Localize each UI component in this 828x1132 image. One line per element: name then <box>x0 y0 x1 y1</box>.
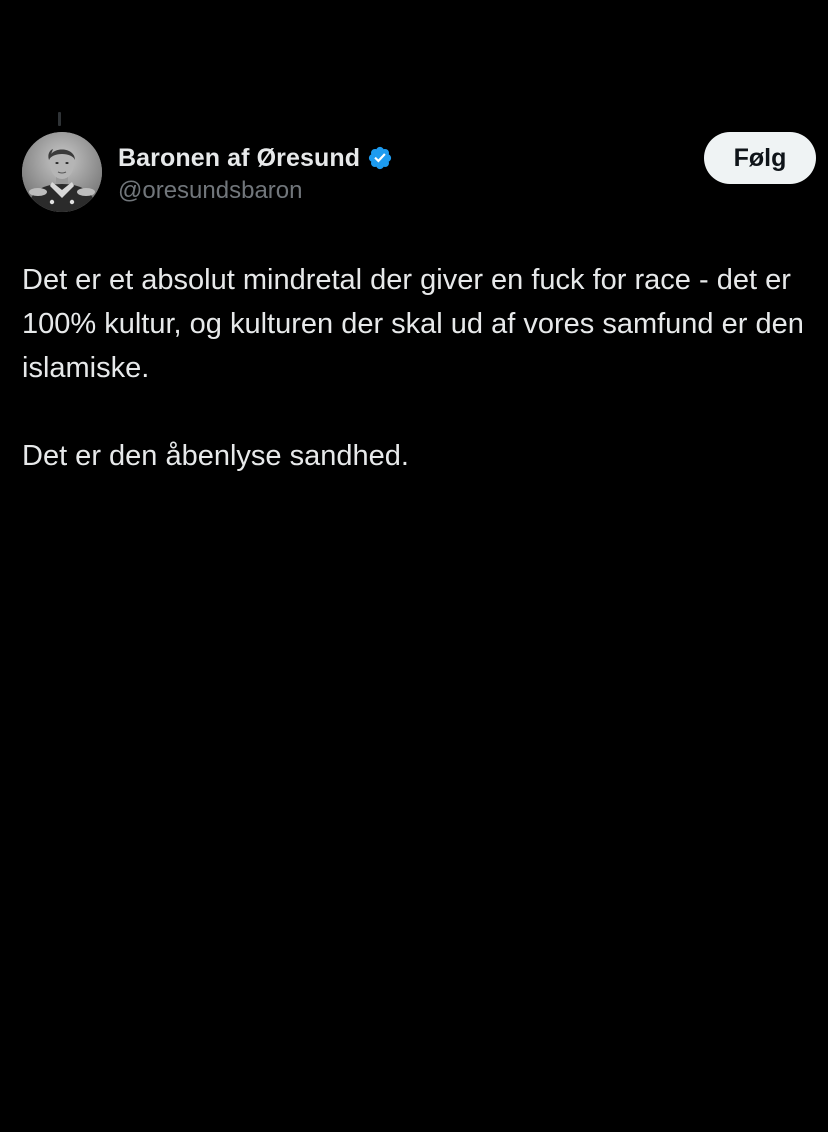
tweet-body: Det er et absolut mindretal der giver en… <box>22 258 812 478</box>
portrait-avatar-icon <box>22 132 102 212</box>
follow-button[interactable]: Følg <box>704 132 816 184</box>
display-name-row: Baronen af Øresund <box>118 142 393 174</box>
thread-connector-line <box>58 112 61 126</box>
author-handle[interactable]: @oresundsbaron <box>118 177 393 205</box>
author-names: Baronen af Øresund @oresundsbaron <box>118 142 393 205</box>
display-name[interactable]: Baronen af Øresund <box>118 144 360 173</box>
tweet-screen: Baronen af Øresund @oresundsbaron Følg D… <box>0 0 828 1132</box>
tweet-paragraph: Det er et absolut mindretal der giver en… <box>22 264 804 384</box>
tweet-paragraph: Det er den åbenlyse sandhed. <box>22 440 409 472</box>
avatar[interactable] <box>22 132 102 212</box>
verified-badge-icon[interactable] <box>367 145 393 171</box>
tweet-header: Baronen af Øresund @oresundsbaron Følg <box>22 132 816 216</box>
